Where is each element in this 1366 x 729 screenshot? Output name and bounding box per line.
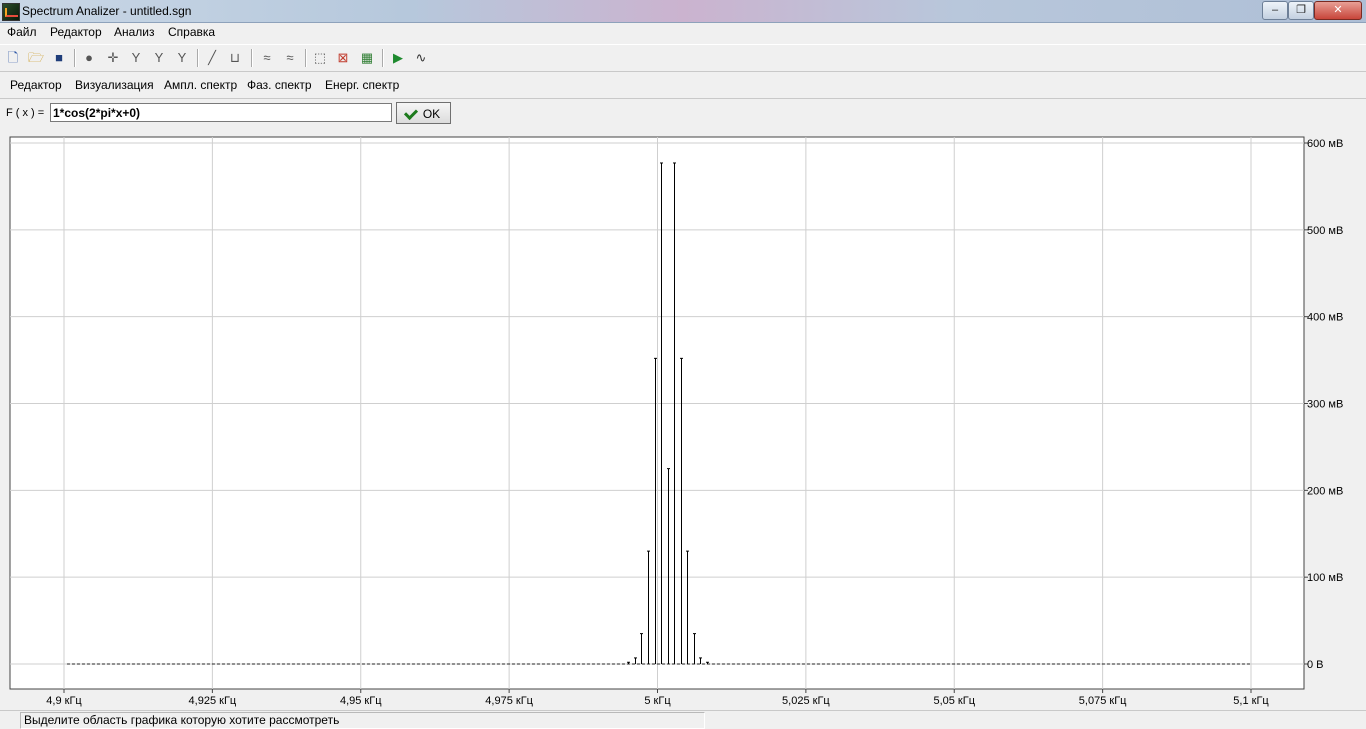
line-tool-icon[interactable]: ╱ [203,49,221,67]
y-tick-label: 600 мВ [1307,138,1343,150]
zoom-area-icon[interactable]: ⬚ [311,49,329,67]
app-icon [2,3,20,21]
bracket-tool-icon[interactable]: ⊔ [226,49,244,67]
tab-visualization[interactable]: Визуализация [75,78,154,92]
maximize-button[interactable]: ❐ [1288,1,1314,20]
title-bar: Spectrum Analizer - untitled.sgn ‒ ❐ ✕ [0,0,1366,23]
tab-phase-spectrum[interactable]: Фаз. спектр [247,78,312,92]
formula-input[interactable] [50,103,392,122]
toolbar-separator [74,49,76,67]
tab-energy-spectrum[interactable]: Енерг. спектр [325,78,399,92]
menu-help[interactable]: Справка [168,25,215,39]
status-text: Выделите область графика которую хотите … [20,712,705,729]
signal-transform-icon[interactable]: ≈ [258,49,276,67]
tab-bar: Редактор Визуализация Ампл. спектр Фаз. … [0,71,1366,99]
ok-button-label: OK [422,107,441,121]
filter-wide-icon[interactable]: Y [173,49,191,67]
tab-editor[interactable]: Редактор [10,78,62,92]
amplitude-spectrum-chart[interactable]: 600 мВ500 мВ400 мВ300 мВ200 мВ100 мВ0 В … [0,132,1366,707]
toolbar-separator [382,49,384,67]
ok-button[interactable]: OK [396,102,451,124]
tab-amplitude-spectrum[interactable]: Ампл. спектр [164,78,237,92]
x-tick-label: 4,925 кГц [189,695,237,707]
y-tick-label: 500 мВ [1307,225,1343,237]
y-tick-label: 400 мВ [1307,312,1343,324]
close-button[interactable]: ✕ [1314,1,1362,20]
y-tick-label: 0 В [1307,659,1324,671]
y-tick-label: 300 мВ [1307,399,1343,411]
open-folder-icon[interactable]: 🗁 [27,49,45,67]
formula-label: F ( x ) = [6,107,45,119]
menu-file[interactable]: Файл [7,25,37,39]
zoom-reset-icon[interactable]: ⊠ [334,49,352,67]
waveform-icon[interactable]: ∿ [412,49,430,67]
play-icon[interactable]: ▶ [389,49,407,67]
formula-row: F ( x ) = OK [0,100,1366,128]
x-tick-label: 5,025 кГц [782,695,830,707]
filter-alt-icon[interactable]: Y [150,49,168,67]
x-tick-label: 5,1 кГц [1233,695,1269,707]
toolbar-separator [197,49,199,67]
checkmark-icon [403,106,418,121]
toolbar: 🗋 🗁 ■ ● ✛ Y Y Y ╱ ⊔ ≈ ≈ ⬚ ⊠ ▦ ▶ ∿ [0,44,1366,71]
status-bar: Выделите область графика которую хотите … [0,710,1366,729]
crosshair-icon[interactable]: ✛ [104,49,122,67]
menu-bar: Файл Редактор Анализ Справка [0,23,1366,42]
chart-export-icon[interactable]: ▦ [358,49,376,67]
x-tick-label: 4,9 кГц [46,695,82,707]
window-title: Spectrum Analizer - untitled.sgn [22,4,192,18]
signal-transform-alt-icon[interactable]: ≈ [281,49,299,67]
toolbar-separator [305,49,307,67]
y-tick-label: 200 мВ [1307,485,1343,497]
x-tick-label: 4,975 кГц [485,695,533,707]
toolbar-separator [251,49,253,67]
menu-editor[interactable]: Редактор [50,25,102,39]
y-tick-label: 100 мВ [1307,572,1343,584]
filter-icon[interactable]: Y [127,49,145,67]
menu-analysis[interactable]: Анализ [114,25,155,39]
x-axis-labels: 4,9 кГц 4,925 кГц 4,95 кГц 4,975 кГц 5 кГц 5,… [46,695,1269,707]
y-axis-labels: 600 мВ 500 мВ 400 мВ 300 мВ 200 мВ 100 мВ 0 В [1307,138,1343,671]
zoom-icon[interactable]: ● [80,49,98,67]
new-file-icon[interactable]: 🗋 [4,49,22,67]
x-tick-label: 4,95 кГц [340,695,382,707]
save-disk-icon[interactable]: ■ [50,49,68,67]
x-tick-label: 5,075 кГц [1079,695,1127,707]
x-tick-label: 5,05 кГц [933,695,975,707]
x-tick-label: 5 кГц [644,695,671,707]
minimize-button[interactable]: ‒ [1262,1,1288,20]
